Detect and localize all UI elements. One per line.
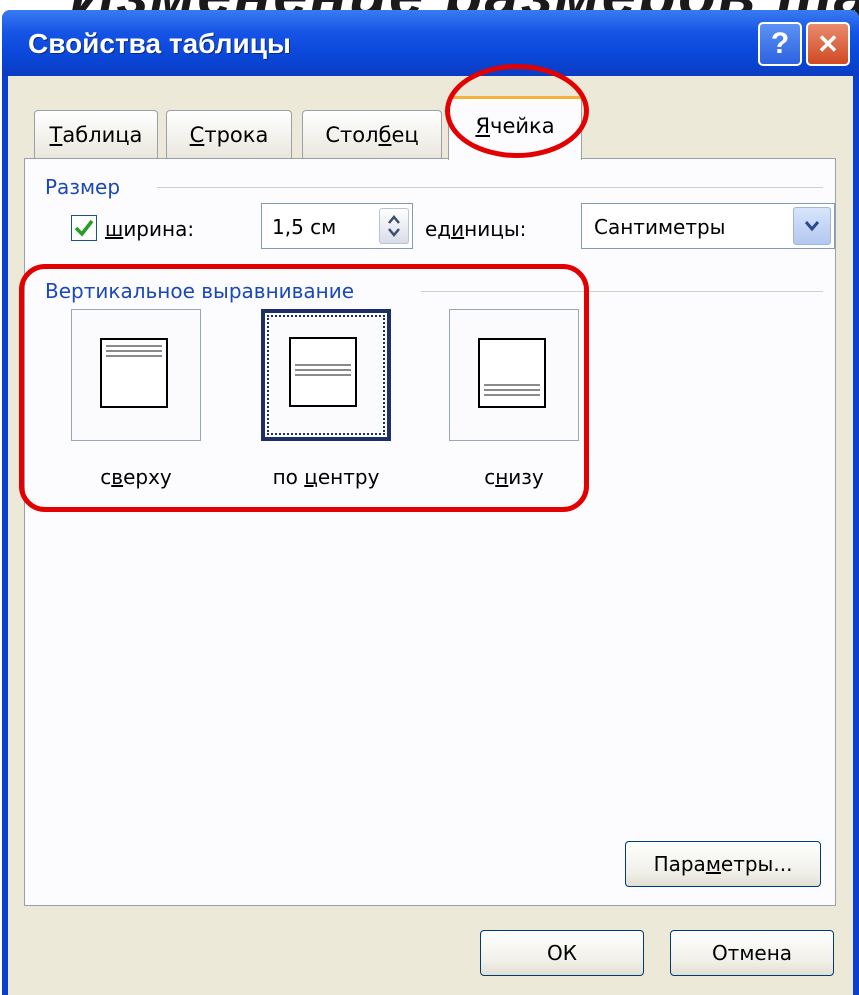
help-icon: ?	[770, 27, 790, 60]
tab-table-label: Таблица	[49, 122, 143, 147]
width-label: ширина:	[105, 217, 195, 241]
valign-top-label: сверху	[100, 465, 172, 489]
checkmark-icon	[74, 219, 94, 237]
units-value: Сантиметры	[594, 215, 726, 239]
width-checkbox[interactable]	[71, 215, 97, 241]
chevron-down-icon[interactable]	[793, 207, 831, 245]
size-group-title: Размер	[45, 175, 121, 199]
units-label: единицы:	[425, 217, 527, 241]
width-spinbox[interactable]: 1,5 см	[261, 203, 413, 249]
align-bottom-icon	[478, 338, 546, 408]
parameters-button[interactable]: Параметры...	[625, 841, 821, 887]
help-button[interactable]: ?	[758, 22, 802, 66]
close-icon: ✕	[817, 28, 839, 59]
spin-arrows-icon[interactable]	[379, 208, 409, 244]
close-button[interactable]: ✕	[806, 22, 850, 66]
align-center-icon	[289, 337, 357, 407]
ok-button[interactable]: ОК	[480, 930, 644, 976]
tab-table[interactable]: Таблица	[34, 110, 158, 158]
size-group-divider	[157, 187, 823, 188]
tab-row[interactable]: Строка	[166, 110, 292, 158]
width-value: 1,5 см	[272, 215, 337, 239]
table-properties-dialog: Свойства таблицы ? ✕ Таблица Строка Стол…	[2, 10, 859, 995]
dialog-body: Таблица Строка Столбец Ячейка Размер шир…	[8, 64, 853, 995]
title-bar: Свойства таблицы ? ✕	[2, 10, 859, 76]
cancel-button[interactable]: Отмена	[670, 930, 834, 976]
units-dropdown[interactable]: Сантиметры	[581, 203, 835, 249]
tab-column-label: Столбец	[325, 122, 419, 147]
valign-bottom-button[interactable]	[449, 309, 579, 441]
tab-cell[interactable]: Ячейка	[448, 96, 582, 160]
tab-row-label: Строка	[189, 122, 269, 147]
valign-bottom-label: снизу	[484, 465, 544, 489]
cell-tab-panel: Размер ширина: 1,5 см единицы: Сантиметр…	[24, 158, 836, 906]
valign-center-label: по центру	[272, 465, 380, 489]
tab-cell-label: Ячейка	[475, 113, 555, 138]
ok-button-label: ОК	[547, 941, 577, 965]
valign-center-button[interactable]	[261, 309, 391, 441]
valign-group-divider	[421, 291, 823, 292]
dialog-title: Свойства таблицы	[28, 28, 291, 59]
align-top-icon	[100, 338, 168, 408]
parameters-button-label: Параметры...	[653, 852, 793, 876]
tab-column[interactable]: Столбец	[302, 110, 442, 158]
cancel-button-label: Отмена	[711, 941, 793, 965]
valign-group-title: Вертикальное выравнивание	[45, 279, 355, 303]
valign-top-button[interactable]	[71, 309, 201, 441]
